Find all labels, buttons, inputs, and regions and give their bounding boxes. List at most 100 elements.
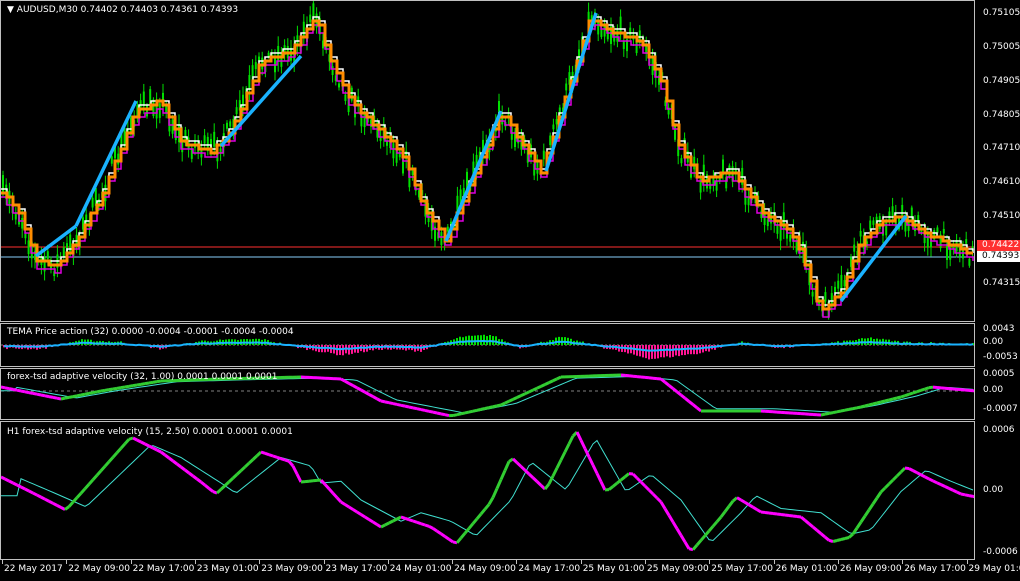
velocity-line-segment <box>892 396 898 401</box>
h1-velocity-segment <box>388 519 394 525</box>
h1-velocity-segment <box>744 501 750 507</box>
h1-velocity-segment <box>924 475 930 481</box>
price-level: 0.75005 <box>983 42 1020 52</box>
h1-velocity-segment <box>319 478 327 486</box>
h1-velocity-segment <box>952 488 958 494</box>
candle-body <box>885 221 888 236</box>
velocity-line-segment <box>116 386 122 390</box>
candle-body <box>267 52 270 57</box>
h1-velocity-segment <box>123 438 131 445</box>
h1-velocity-segment <box>620 475 626 482</box>
candle-body <box>338 83 340 88</box>
tema-pane[interactable]: TEMA Price action (32) 0.0000 -0.0004 -0… <box>0 323 975 367</box>
h1-velocity-segment <box>836 538 842 542</box>
velocity-line-segment <box>392 402 398 406</box>
red-line-price-tag: 0.74422 <box>977 240 1020 251</box>
h1-velocity-segment <box>152 446 158 452</box>
velocity-line-segment <box>504 399 510 405</box>
velocity-line-segment <box>468 409 474 414</box>
h1-velocity-segment <box>711 520 719 528</box>
velocity-line-segment <box>868 402 874 407</box>
velocity-line-segment <box>920 387 926 392</box>
h1-velocity-segment <box>595 472 603 483</box>
h1-velocity-segment <box>459 532 467 539</box>
time-axis[interactable]: 22 May 2017 22 May 09:00 22 May 17:00 23 Ma… <box>0 560 1020 581</box>
candle-body <box>968 258 971 266</box>
candle-body <box>853 244 856 252</box>
candle-body <box>226 122 228 129</box>
velocity-pane[interactable]: forex-tsd adaptive velocity (32, 1.00) 0… <box>0 368 975 420</box>
time-axis-label: 29 May 01:00 <box>968 564 1020 574</box>
h1-velocity-pane[interactable]: H1 forex-tsd adaptive velocity (15, 2.50… <box>0 421 975 560</box>
candle-body <box>139 100 142 108</box>
tema-level: 0.00 <box>983 337 1004 347</box>
h1-velocity-segment <box>591 464 599 475</box>
h1-velocity-segment <box>723 505 731 513</box>
h1-velocity-segment <box>368 518 374 524</box>
velocity-line-segment <box>684 397 690 403</box>
h1-velocity-segment <box>812 525 818 532</box>
blue-uptrend-segment <box>544 12 598 172</box>
h1-velocity-segment <box>736 496 742 502</box>
velocity-line-segment <box>452 413 458 418</box>
time-axis-label: 26 May 01:00 <box>775 564 838 574</box>
velocity-line-segment <box>356 386 362 392</box>
h1-velocity-segment <box>16 483 22 489</box>
symbol-title: ▼ AUDUSD,M30 0.74402 0.74403 0.74361 0.7… <box>7 5 239 15</box>
velocity-line-segment <box>916 388 922 394</box>
h1-velocity-segment <box>796 515 802 519</box>
velocity-line-segment <box>548 379 554 384</box>
blue-uptrend-segment <box>219 54 303 148</box>
candle-body <box>565 83 568 91</box>
candle-body <box>715 180 718 191</box>
h1-velocity-segment <box>260 450 266 455</box>
h1-velocity-segment <box>168 456 174 463</box>
velocity-line-segment <box>124 384 130 389</box>
velocity-line-segment <box>80 392 86 397</box>
velocity-line-segment <box>904 392 910 398</box>
h1-velocity-segment <box>28 489 34 495</box>
h1-velocity-segment <box>144 442 150 448</box>
price-level: 0.74315 <box>983 278 1020 288</box>
main-chart-pane[interactable]: ▼ AUDUSD,M30 0.74402 0.74403 0.74361 0.7… <box>0 0 975 322</box>
h1-velocity-segment <box>612 482 618 488</box>
velocity-line-segment <box>832 410 838 415</box>
candle-body <box>674 125 676 140</box>
price-scale[interactable]: 0.75105 0.75005 0.74905 0.74805 0.74710 … <box>975 0 1020 322</box>
velocity-line-segment <box>428 409 434 414</box>
velocity-line-segment <box>436 411 442 416</box>
dropdown-arrow-icon[interactable]: ▼ <box>7 5 17 15</box>
h1-velocity-segment <box>71 496 79 504</box>
time-axis-label: 22 May 17:00 <box>132 564 195 574</box>
velocity-line-segment <box>884 398 890 403</box>
candle-body <box>728 165 731 177</box>
h1-velocity-segment <box>128 436 134 441</box>
velocity-line-segment <box>532 386 538 392</box>
h1-velocity-segment <box>647 488 655 496</box>
h1-velocity-segment <box>764 511 770 515</box>
velocity-line-segment <box>384 400 390 405</box>
blue-uptrend-segment <box>444 110 503 242</box>
velocity-line-segment <box>380 399 386 404</box>
velocity-line-segment <box>552 377 558 383</box>
h1-velocity-segment <box>567 435 575 445</box>
velocity-line-segment <box>16 388 22 393</box>
h1-velocity-segment <box>671 521 679 530</box>
h1-velocity-segment <box>20 485 26 491</box>
h1-velocity-segment <box>132 436 138 442</box>
h1-velocity-segment <box>467 522 475 530</box>
candle-body <box>46 251 49 260</box>
velocity-line-segment <box>924 386 930 391</box>
h1-velocity-segment <box>276 455 282 461</box>
h1-velocity-segment <box>335 496 343 504</box>
tema-level: 0.0043 <box>983 324 1015 334</box>
velocity-line-segment <box>896 395 902 400</box>
velocity-line-segment <box>8 387 14 391</box>
tema-title: TEMA Price action (32) 0.0000 -0.0004 -0… <box>7 327 294 337</box>
h1-velocity-segment <box>79 487 87 495</box>
blue-uptrend-segment <box>74 100 138 227</box>
velocity-line-segment <box>408 405 414 410</box>
velocity-line-segment <box>500 401 506 407</box>
velocity-line-segment <box>400 403 406 408</box>
h1-velocity-segment <box>204 484 210 490</box>
